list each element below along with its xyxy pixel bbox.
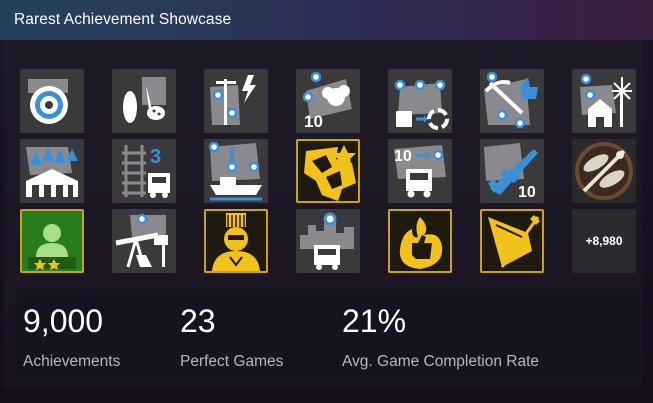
- achievement-showcase: Rarest Achievement Showcase 10 3 10 10 +…: [0, 0, 653, 403]
- stat-completion-rate[interactable]: 21% Avg. Game Completion Rate: [342, 303, 539, 371]
- achievement-tile-13[interactable]: 10: [480, 139, 544, 203]
- stat-achievements-label: Achievements: [23, 353, 121, 370]
- stat-perfect-games-label: Perfect Games: [180, 353, 284, 370]
- plane-icon: 10: [484, 143, 538, 201]
- achievement-tile-4[interactable]: 10: [296, 69, 360, 133]
- gear-ring-icon: [28, 79, 68, 124]
- cotton-map-icon: 10: [302, 71, 352, 131]
- achievement-tile-8[interactable]: [20, 139, 84, 203]
- achievement-tile-2[interactable]: [112, 69, 176, 133]
- stat-perfect-games[interactable]: 23 Perfect Games: [180, 303, 283, 371]
- gold-plane-icon: [488, 215, 540, 268]
- farm-windmill-icon: [580, 73, 632, 127]
- achievement-tile-3[interactable]: [204, 69, 268, 133]
- achievement-tile-16[interactable]: [112, 209, 176, 273]
- stat-completion-rate-label: Avg. Game Completion Rate: [342, 353, 540, 370]
- showcase-title: Rarest Achievement Showcase: [14, 11, 232, 28]
- achievement-tile-18[interactable]: [296, 209, 360, 273]
- dragonfly-icon: [575, 142, 633, 200]
- achievement-tile-6[interactable]: [480, 69, 544, 133]
- achievement-tile-10[interactable]: [204, 139, 268, 203]
- more-achievements-button[interactable]: +8,980: [572, 209, 636, 273]
- map-power-icon: [210, 75, 256, 125]
- achievement-tile-15[interactable]: [20, 209, 84, 273]
- crops-icon: [123, 77, 166, 123]
- svg-text:10: 10: [304, 112, 323, 131]
- achievement-tile-20[interactable]: [480, 209, 544, 273]
- truck-route-icon: 10: [394, 145, 446, 198]
- achievement-tile-12[interactable]: 10: [388, 139, 452, 203]
- rail-truck-icon: 3: [122, 145, 170, 198]
- forest-depot-icon: [26, 147, 78, 197]
- svg-text:3: 3: [150, 146, 161, 168]
- more-achievements-count: +8,980: [585, 234, 623, 248]
- gold-thumbs-icon: [399, 217, 443, 269]
- stat-perfect-games-value: 23: [180, 303, 216, 339]
- oil-pump-icon: [115, 213, 168, 268]
- achievement-tile-11[interactable]: [296, 139, 360, 203]
- green-avatar-icon: [28, 224, 76, 270]
- achievement-tile-5[interactable]: [388, 69, 452, 133]
- stat-completion-rate-value: 21%: [342, 303, 407, 339]
- recycle-route-icon: [394, 79, 449, 130]
- achievement-tile-7[interactable]: [572, 69, 636, 133]
- stats-bar: 9,000 Achievements 23 Perfect Games 21% …: [17, 289, 640, 377]
- achievement-tile-17[interactable]: [204, 209, 268, 273]
- achievement-tile-14[interactable]: [572, 139, 636, 203]
- achievement-tile-9[interactable]: 3: [112, 139, 176, 203]
- showcase-header: Rarest Achievement Showcase: [0, 0, 653, 40]
- city-truck-icon: [300, 212, 354, 270]
- svg-text:10: 10: [518, 184, 536, 201]
- ship-route-icon: [208, 141, 262, 201]
- mining-thumbs-icon: [484, 71, 538, 129]
- stat-achievements[interactable]: 9,000 Achievements: [23, 303, 120, 371]
- showcase-panel: 10 3 10 10 +8,980 9,000 Achievements 23 …: [4, 40, 643, 388]
- gold-hero-icon: [212, 213, 260, 271]
- achievement-tile-19[interactable]: [388, 209, 452, 273]
- gold-continent-icon: [304, 145, 356, 201]
- stat-achievements-value: 9,000: [23, 303, 104, 339]
- achievement-tile-1[interactable]: [20, 69, 84, 133]
- svg-text:10: 10: [394, 148, 412, 165]
